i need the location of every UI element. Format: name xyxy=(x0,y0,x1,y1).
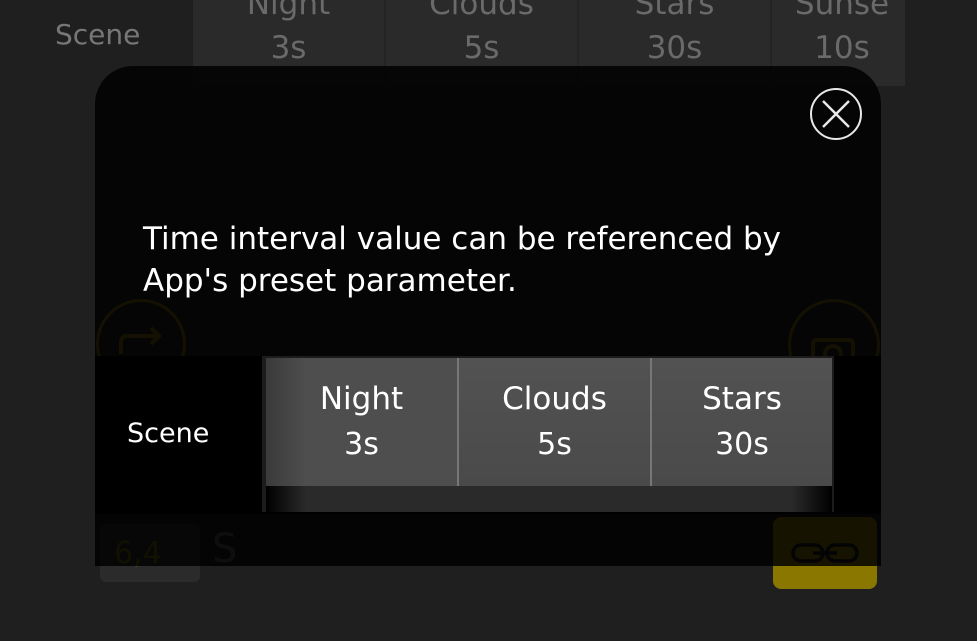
background-scene-label: Scene xyxy=(55,18,141,51)
picker-scroll-shadow xyxy=(266,486,832,512)
info-message: Time interval value can be referenced by… xyxy=(143,221,782,299)
close-button[interactable] xyxy=(810,88,862,140)
app-screen: Scene Night 3s Clouds 5s Stars 30s Sunse… xyxy=(0,0,977,641)
preset-name: Night xyxy=(319,381,404,417)
scene-preset-list: Night 3s Clouds 5s Stars 30s xyxy=(266,358,832,486)
scene-preset-night[interactable]: Night 3s xyxy=(266,358,459,486)
preset-time: 3s xyxy=(344,427,379,462)
preset-time: 5s xyxy=(537,427,572,462)
scene-label: Scene xyxy=(127,418,210,449)
scene-preset-clouds[interactable]: Clouds 5s xyxy=(459,358,652,486)
close-icon xyxy=(822,100,850,128)
preset-time: 30s xyxy=(715,427,769,462)
preset-name: Stars xyxy=(702,381,782,417)
scene-preset-stars[interactable]: Stars 30s xyxy=(652,358,832,486)
preset-name: Clouds xyxy=(502,381,607,417)
